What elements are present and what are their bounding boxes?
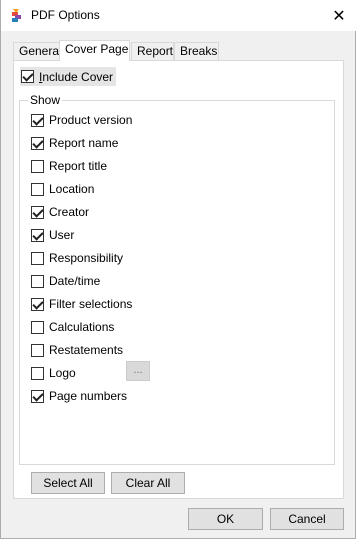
option-user[interactable]: User	[31, 226, 74, 244]
checkbox[interactable]	[31, 389, 44, 403]
option-report-name[interactable]: Report name	[31, 134, 118, 152]
option-page-numbers[interactable]: Page numbers	[31, 387, 127, 405]
checkbox[interactable]	[31, 274, 44, 288]
option-location[interactable]: Location	[31, 180, 94, 198]
close-icon: ✕	[332, 7, 346, 25]
option-product-version[interactable]: Product version	[31, 111, 132, 129]
checkbox[interactable]	[31, 343, 44, 357]
checkbox[interactable]	[31, 320, 44, 334]
tab-breaks[interactable]: Breaks	[174, 42, 219, 60]
option-date-time[interactable]: Date/time	[31, 272, 100, 290]
checkbox[interactable]	[31, 297, 44, 311]
tab-strip: General Cover Page Report Breaks	[13, 40, 343, 61]
title-bar: PDF Options ✕	[1, 0, 356, 31]
show-group-label: Show	[28, 93, 63, 107]
checkbox[interactable]	[31, 205, 44, 219]
clear-all-button[interactable]: Clear All	[111, 472, 185, 494]
cover-page-panel: Include Cover Show Product version Repor…	[13, 60, 344, 499]
tab-cover-page[interactable]: Cover Page	[59, 40, 130, 61]
checkbox[interactable]	[31, 228, 44, 242]
logo-browse-button[interactable]: ...	[126, 361, 150, 381]
option-report-title[interactable]: Report title	[31, 157, 107, 175]
include-cover-label: Include Cover	[39, 69, 114, 84]
checkbox[interactable]	[31, 113, 44, 127]
checkbox[interactable]	[31, 251, 44, 265]
show-group: Show Product version Report name Report …	[19, 93, 335, 465]
cancel-button[interactable]: Cancel	[270, 508, 344, 530]
option-logo[interactable]: Logo	[31, 364, 76, 382]
option-restatements[interactable]: Restatements	[31, 341, 123, 359]
include-cover-check[interactable]	[21, 70, 34, 83]
option-filter-selections[interactable]: Filter selections	[31, 295, 132, 313]
close-button[interactable]: ✕	[321, 0, 356, 31]
option-responsibility[interactable]: Responsibility	[31, 249, 123, 267]
checkbox[interactable]	[31, 136, 44, 150]
checkbox[interactable]	[31, 182, 44, 196]
ok-button[interactable]: OK	[188, 508, 263, 530]
app-logo-icon	[12, 9, 21, 22]
select-all-button[interactable]: Select All	[31, 472, 105, 494]
tab-general[interactable]: General	[13, 42, 62, 60]
window-title: PDF Options	[31, 8, 100, 22]
option-calculations[interactable]: Calculations	[31, 318, 114, 336]
checkbox[interactable]	[31, 366, 44, 380]
tab-report[interactable]: Report	[131, 42, 174, 60]
checkbox[interactable]	[31, 159, 44, 173]
include-cover-checkbox[interactable]: Include Cover	[20, 67, 116, 86]
option-creator[interactable]: Creator	[31, 203, 89, 221]
pdf-options-dialog: PDF Options ✕ General Cover Page Report …	[0, 0, 356, 539]
